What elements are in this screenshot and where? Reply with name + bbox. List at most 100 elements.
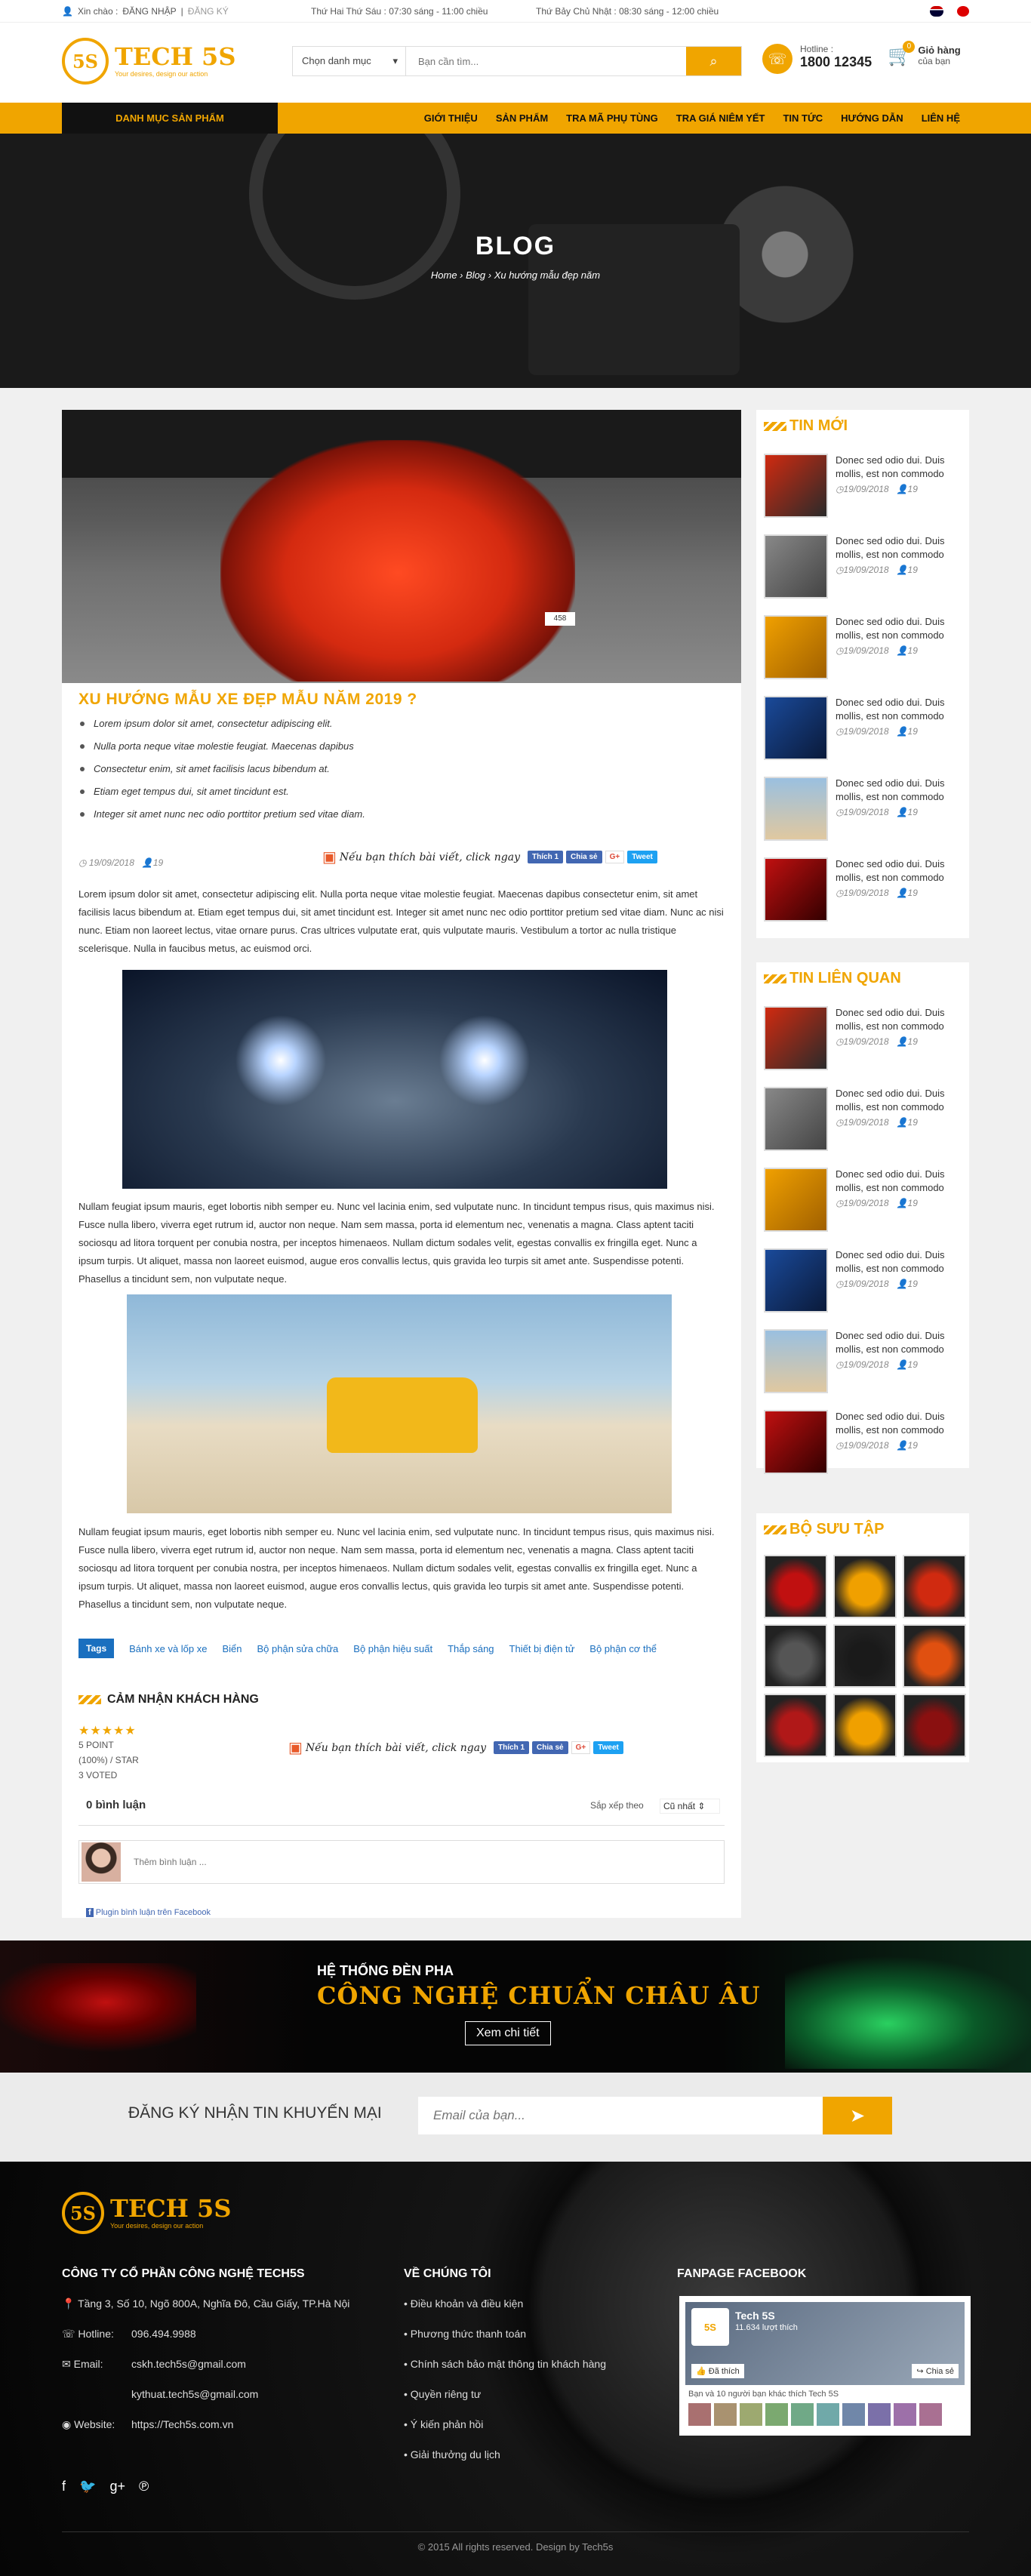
gallery-thumbnail[interactable]	[903, 1555, 966, 1618]
post-thumbnail[interactable]	[764, 777, 828, 841]
sidebar-post[interactable]: Donec sed odio dui. Duis mollis, est non…	[764, 1168, 962, 1236]
post-title[interactable]: Donec sed odio dui. Duis mollis, est non…	[836, 1006, 960, 1033]
avatar[interactable]	[868, 2403, 891, 2426]
post-title[interactable]: Donec sed odio dui. Duis mollis, est non…	[836, 454, 960, 481]
avatar[interactable]	[842, 2403, 865, 2426]
fb-like-button[interactable]: Thích 1	[494, 1741, 530, 1754]
nav-item-price-lookup[interactable]: TRA GIÁ NIÊM YẾT	[667, 103, 774, 134]
avatar[interactable]	[765, 2403, 788, 2426]
tweet-button[interactable]: Tweet	[627, 851, 657, 863]
fb-share-button[interactable]: Chia sẻ	[566, 851, 602, 863]
gallery-thumbnail[interactable]	[903, 1624, 966, 1688]
post-title[interactable]: Donec sed odio dui. Duis mollis, est non…	[836, 1168, 960, 1195]
tag-link[interactable]: Bộ phận sửa chữa	[257, 1643, 339, 1654]
post-thumbnail[interactable]	[764, 857, 828, 922]
comment-input[interactable]	[123, 1843, 724, 1881]
fb-liked-button[interactable]: 👍 Đã thích	[691, 2364, 744, 2378]
post-thumbnail[interactable]	[764, 1168, 828, 1232]
post-thumbnail[interactable]	[764, 1329, 828, 1393]
post-thumbnail[interactable]	[764, 454, 828, 518]
nav-item-contact[interactable]: LIÊN HỆ	[913, 103, 969, 134]
twitter-icon[interactable]: 🐦	[79, 2479, 96, 2494]
post-title[interactable]: Donec sed odio dui. Duis mollis, est non…	[836, 1087, 960, 1114]
footer-link[interactable]: • Quyền riêng tư	[404, 2388, 481, 2400]
sidebar-post[interactable]: Donec sed odio dui. Duis mollis, est non…	[764, 696, 962, 764]
login-link[interactable]: ĐĂNG NHẬP	[122, 6, 176, 17]
category-select[interactable]: Chọn danh mục ▾	[293, 47, 406, 75]
flag-vn-icon[interactable]	[957, 6, 969, 17]
footer-link[interactable]: • Điều khoản và điều kiện	[404, 2297, 523, 2310]
gallery-thumbnail[interactable]	[764, 1555, 827, 1618]
fb-like-button[interactable]: Thích 1	[528, 851, 564, 863]
search-input[interactable]	[406, 47, 686, 75]
post-title[interactable]: Donec sed odio dui. Duis mollis, est non…	[836, 857, 960, 885]
avatar[interactable]	[894, 2403, 916, 2426]
avatar[interactable]	[919, 2403, 942, 2426]
facebook-icon[interactable]: f	[62, 2479, 66, 2494]
logo[interactable]: 5S TECH 5S Your desires, design our acti…	[62, 38, 235, 85]
gplus-button[interactable]: G+	[605, 851, 625, 863]
fb-share-button[interactable]: Chia sẻ	[532, 1741, 568, 1754]
nav-item-products[interactable]: SẢN PHẨM	[487, 103, 557, 134]
search-button[interactable]: ⌕	[686, 47, 741, 75]
sidebar-post[interactable]: Donec sed odio dui. Duis mollis, est non…	[764, 1410, 962, 1478]
nav-item-news[interactable]: TIN TỨC	[774, 103, 832, 134]
avatar[interactable]	[688, 2403, 711, 2426]
nav-item-parts-lookup[interactable]: TRA MÃ PHỤ TÙNG	[557, 103, 667, 134]
nav-item-about[interactable]: GIỚI THIỆU	[415, 103, 487, 134]
facebook-page-widget[interactable]: 5S Tech 5S 11.634 lượt thích 👍 Đã thích …	[679, 2296, 971, 2436]
gplus-button[interactable]: G+	[571, 1741, 591, 1754]
post-thumbnail[interactable]	[764, 534, 828, 599]
gallery-thumbnail[interactable]	[833, 1555, 897, 1618]
sidebar-post[interactable]: Donec sed odio dui. Duis mollis, est non…	[764, 615, 962, 683]
tag-link[interactable]: Bộ phận hiệu suất	[353, 1643, 432, 1654]
post-title[interactable]: Donec sed odio dui. Duis mollis, est non…	[836, 615, 960, 642]
avatar[interactable]	[740, 2403, 762, 2426]
gallery-thumbnail[interactable]	[764, 1624, 827, 1688]
banner-details-button[interactable]: Xem chi tiết	[465, 2021, 551, 2045]
tag-link[interactable]: Bánh xe và lốp xe	[129, 1643, 207, 1654]
sidebar-post[interactable]: Donec sed odio dui. Duis mollis, est non…	[764, 1329, 962, 1397]
sidebar-post[interactable]: Donec sed odio dui. Duis mollis, est non…	[764, 1248, 962, 1316]
post-title[interactable]: Donec sed odio dui. Duis mollis, est non…	[836, 1248, 960, 1276]
google-plus-icon[interactable]: g+	[109, 2479, 125, 2494]
tag-link[interactable]: Biển	[222, 1643, 242, 1654]
post-title[interactable]: Donec sed odio dui. Duis mollis, est non…	[836, 1329, 960, 1356]
product-category-menu[interactable]: DANH MỤC SẢN PHẨM	[62, 103, 278, 134]
footer-logo[interactable]: 5S TECH 5S Your desires, design our actio…	[62, 2192, 231, 2234]
post-title[interactable]: Donec sed odio dui. Duis mollis, est non…	[836, 534, 960, 562]
gallery-thumbnail[interactable]	[764, 1694, 827, 1757]
sort-select[interactable]: Cũ nhất ⇕	[660, 1799, 720, 1814]
sidebar-post[interactable]: Donec sed odio dui. Duis mollis, est non…	[764, 777, 962, 845]
pinterest-icon[interactable]: ℗	[139, 2479, 149, 2494]
register-link[interactable]: ĐĂNG KÝ	[188, 6, 229, 17]
sidebar-post[interactable]: Donec sed odio dui. Duis mollis, est non…	[764, 1006, 962, 1074]
avatar[interactable]	[714, 2403, 737, 2426]
post-title[interactable]: Donec sed odio dui. Duis mollis, est non…	[836, 696, 960, 723]
gallery-thumbnail[interactable]	[833, 1694, 897, 1757]
fb-plugin-link[interactable]: f Plugin bình luận trên Facebook	[86, 1908, 211, 1917]
footer-link[interactable]: • Giải thưởng du lịch	[404, 2448, 500, 2461]
post-thumbnail[interactable]	[764, 696, 828, 760]
fb-share-button[interactable]: ↪ Chia sẻ	[912, 2364, 959, 2378]
gallery-thumbnail[interactable]	[903, 1694, 966, 1757]
hotline-number[interactable]: 1800 12345	[800, 54, 872, 70]
flag-en-icon[interactable]	[930, 6, 943, 17]
sidebar-post[interactable]: Donec sed odio dui. Duis mollis, est non…	[764, 857, 962, 925]
avatar[interactable]	[791, 2403, 814, 2426]
tag-link[interactable]: Bộ phận cơ thể	[589, 1643, 657, 1654]
email-input[interactable]	[418, 2097, 823, 2134]
gallery-thumbnail[interactable]	[833, 1624, 897, 1688]
cart[interactable]: 🛒 0 Giỏ hàng của bạn	[888, 41, 961, 67]
post-thumbnail[interactable]	[764, 1248, 828, 1313]
sidebar-post[interactable]: Donec sed odio dui. Duis mollis, est non…	[764, 534, 962, 602]
tweet-button[interactable]: Tweet	[593, 1741, 623, 1754]
avatar[interactable]	[817, 2403, 839, 2426]
sidebar-post[interactable]: Donec sed odio dui. Duis mollis, est non…	[764, 454, 962, 522]
rating-stars[interactable]: ★★★★★	[78, 1723, 259, 1738]
post-title[interactable]: Donec sed odio dui. Duis mollis, est non…	[836, 777, 960, 804]
post-thumbnail[interactable]	[764, 1410, 828, 1474]
sidebar-post[interactable]: Donec sed odio dui. Duis mollis, est non…	[764, 1087, 962, 1155]
nav-item-guide[interactable]: HƯỚNG DẪN	[832, 103, 913, 134]
post-thumbnail[interactable]	[764, 615, 828, 679]
